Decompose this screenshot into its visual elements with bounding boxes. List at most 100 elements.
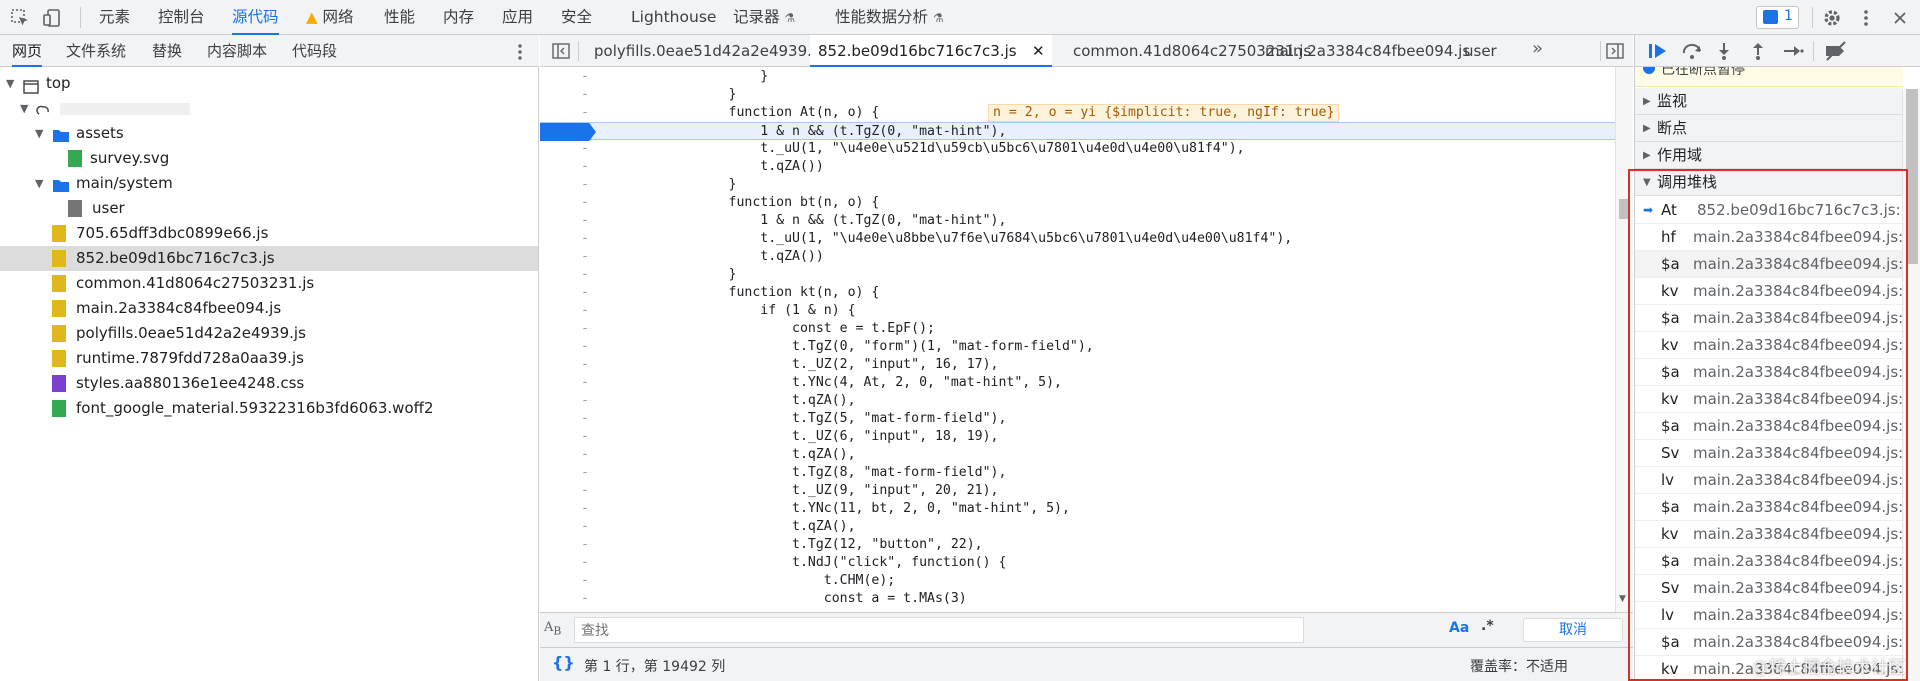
close-icon[interactable] [1890, 8, 1910, 28]
regex-button[interactable]: .* [1481, 618, 1494, 634]
code-line[interactable]: - t.YNc(4, At, 2, 0, "mat-hint", 5), [540, 374, 1615, 392]
code-line[interactable]: - } [540, 68, 1615, 86]
code-line[interactable]: - 1 & n && (t.TgZ(0, "mat-hint"), [540, 212, 1615, 230]
toggle-debugger-icon[interactable] [1606, 43, 1624, 63]
code-line[interactable]: - t.qZA(), [540, 446, 1615, 464]
code-line[interactable]: - function At(n, o) {n = 2, o = yi {$imp… [540, 104, 1615, 122]
tab-sources[interactable]: 源代码 [232, 0, 279, 35]
code-editor[interactable]: - } - } - function At(n, o) {n = 2, o = … [540, 67, 1633, 612]
editor-tab-active[interactable]: 852.be09d16bc716c7c3.js ✕ [810, 35, 1052, 67]
nav-tab-snippets[interactable]: 代码段 [292, 35, 337, 67]
tab-network[interactable]: ▲ 网络 [306, 0, 354, 35]
code-line[interactable]: - t.TgZ(5, "mat-form-field"), [540, 410, 1615, 428]
tree-item-user[interactable]: user [0, 196, 538, 221]
call-frame[interactable]: $a main.2a3384c84fbee094.js:1 [1635, 413, 1913, 441]
section-breakpoints[interactable]: ▶ 断点 [1635, 115, 1903, 142]
tab-application[interactable]: 应用 [502, 0, 533, 35]
code-line[interactable]: - t._uU(1, "\u4e0e\u8bbe\u7f6e\u7684\u5b… [540, 230, 1615, 248]
nav-tab-overrides[interactable]: 替换 [152, 35, 182, 67]
code-line[interactable]: - t.TgZ(0, "form")(1, "mat-form-field"), [540, 338, 1615, 356]
nav-tab-page[interactable]: 网页 [12, 35, 43, 67]
call-frame[interactable]: Sv main.2a3384c84fbee094.js:1 [1635, 440, 1913, 468]
code-line[interactable]: - t.qZA()) [540, 248, 1615, 266]
tab-performance[interactable]: 性能 [384, 0, 415, 35]
toggle-navigator-icon[interactable] [552, 43, 570, 63]
tree-file[interactable]: runtime.7879fdd728a0aa39.js [0, 346, 538, 371]
match-case-button[interactable]: Aa [1449, 620, 1469, 636]
tree-item-domain[interactable]: ▼ [0, 96, 538, 121]
section-call-stack[interactable]: ▼ 调用堆栈 [1635, 169, 1903, 196]
issues-counter-button[interactable]: 1 [1756, 6, 1799, 29]
step-over-icon[interactable] [1681, 41, 1703, 65]
expand-triangle-icon[interactable]: ▼ [20, 96, 28, 121]
scrollbar-thumb[interactable] [1619, 199, 1629, 219]
resume-icon[interactable] [1647, 41, 1669, 65]
code-line[interactable]: - t._UZ(9, "input", 20, 21), [540, 482, 1615, 500]
code-line[interactable]: - t.NdJ("click", function() { [540, 554, 1615, 572]
call-frame[interactable]: $a main.2a3384c84fbee094.js:1 [1635, 251, 1913, 279]
code-line[interactable]: - const a = t.MAs(3) [540, 590, 1615, 608]
more-options-icon[interactable] [514, 43, 526, 65]
more-options-icon[interactable] [1856, 8, 1876, 28]
scroll-down-icon[interactable]: ▼ [1619, 594, 1626, 604]
code-line[interactable]: - t.qZA(), [540, 392, 1615, 410]
expand-triangle-icon[interactable]: ▼ [6, 71, 14, 96]
tree-item-top[interactable]: ▼ top [0, 71, 538, 96]
code-line[interactable]: - function bt(n, o) { [540, 194, 1615, 212]
tree-item-main-system[interactable]: ▼ main/system [0, 171, 538, 196]
nav-tab-filesystem[interactable]: 文件系统 [66, 35, 126, 67]
expand-triangle-icon[interactable]: ▼ [35, 171, 43, 196]
replace-toggle-icon[interactable]: AB [544, 620, 561, 638]
coverage-status[interactable]: 覆盖率：不适用 [1470, 656, 1568, 676]
tab-memory[interactable]: 内存 [443, 0, 474, 35]
code-line-paused[interactable]: 1 & n && (t.TgZ(0, "mat-hint"), [540, 122, 1615, 141]
code-line[interactable]: - t.TgZ(8, "mat-form-field"), [540, 464, 1615, 482]
section-scope[interactable]: ▶ 作用域 [1635, 142, 1903, 169]
call-frame[interactable]: $a main.2a3384c84fbee094.js:1 [1635, 548, 1913, 576]
code-line[interactable]: - } [540, 176, 1615, 194]
expand-triangle-icon[interactable]: ▼ [35, 121, 43, 146]
step-out-icon[interactable] [1749, 41, 1767, 65]
editor-tab[interactable]: polyfills.0eae51d42a2e4939.js [588, 35, 830, 67]
scrollbar-thumb[interactable] [1906, 89, 1918, 264]
tree-item-assets[interactable]: ▼ assets [0, 121, 538, 146]
code-line[interactable]: - t.CHM(e); [540, 572, 1615, 590]
code-line[interactable]: - function kt(n, o) { [540, 284, 1615, 302]
editor-tab[interactable]: main.2a3384c84fbee094.js [1259, 35, 1476, 67]
cancel-button[interactable]: 取消 [1523, 618, 1623, 642]
call-frame[interactable]: $a main.2a3384c84fbee094.js:1 [1635, 305, 1913, 333]
deactivate-breakpoints-icon[interactable] [1823, 41, 1849, 65]
section-watch[interactable]: ▶ 监视 [1635, 88, 1903, 115]
execution-pointer-icon[interactable] [540, 123, 596, 141]
more-tabs-icon[interactable]: » [1532, 38, 1543, 59]
pretty-print-icon[interactable]: {} [552, 653, 575, 672]
close-tab-icon[interactable]: ✕ [1032, 35, 1045, 67]
tab-lighthouse[interactable]: Lighthouse [631, 0, 716, 35]
gear-icon[interactable] [1822, 8, 1842, 28]
tree-item-survey[interactable]: survey.svg [0, 146, 538, 171]
call-frame[interactable]: $a main.2a3384c84fbee094.js:1 [1635, 359, 1913, 387]
tree-file[interactable]: common.41d8064c27503231.js [0, 271, 538, 296]
tab-console[interactable]: 控制台 [158, 0, 205, 35]
call-frame[interactable]: kv main.2a3384c84fbee094.js:1 [1635, 278, 1913, 306]
call-frame-active[interactable]: ➡ At 852.be09d16bc716c7c3.js:1 [1635, 197, 1910, 225]
code-line[interactable]: - t.TgZ(12, "button", 22), [540, 536, 1615, 554]
code-line[interactable]: - } [540, 86, 1615, 104]
tree-file[interactable]: main.2a3384c84fbee094.js [0, 296, 538, 321]
tree-file[interactable]: 852.be09d16bc716c7c3.js [0, 246, 538, 271]
call-frame[interactable]: kv main.2a3384c84fbee094.js:1 [1635, 386, 1913, 414]
tree-file[interactable]: styles.aa880136e1ee4248.css [0, 371, 538, 396]
call-frame[interactable]: $a main.2a3384c84fbee094.js:1 [1635, 494, 1913, 522]
call-frame[interactable]: kv main.2a3384c84fbee094.js:1 [1635, 332, 1913, 360]
step-icon[interactable] [1782, 41, 1804, 65]
code-line[interactable]: - t.qZA(), [540, 518, 1615, 536]
step-into-icon[interactable] [1715, 41, 1733, 65]
device-toolbar-icon[interactable] [42, 8, 62, 28]
code-line[interactable]: - t._uU(1, "\u4e0e\u521d\u59cb\u5bc6\u78… [540, 140, 1615, 158]
code-line[interactable]: - t._UZ(2, "input", 16, 17), [540, 356, 1615, 374]
tree-file[interactable]: font_google_material.59322316b3fd6063.wo… [0, 396, 538, 421]
call-frame[interactable]: kv main.2a3384c84fbee094.js:1 [1635, 521, 1913, 549]
code-line[interactable]: - const e = t.EpF(); [540, 320, 1615, 338]
tab-security[interactable]: 安全 [561, 0, 592, 35]
tab-performance-insights[interactable]: 性能数据分析 ⚗ [835, 0, 944, 35]
